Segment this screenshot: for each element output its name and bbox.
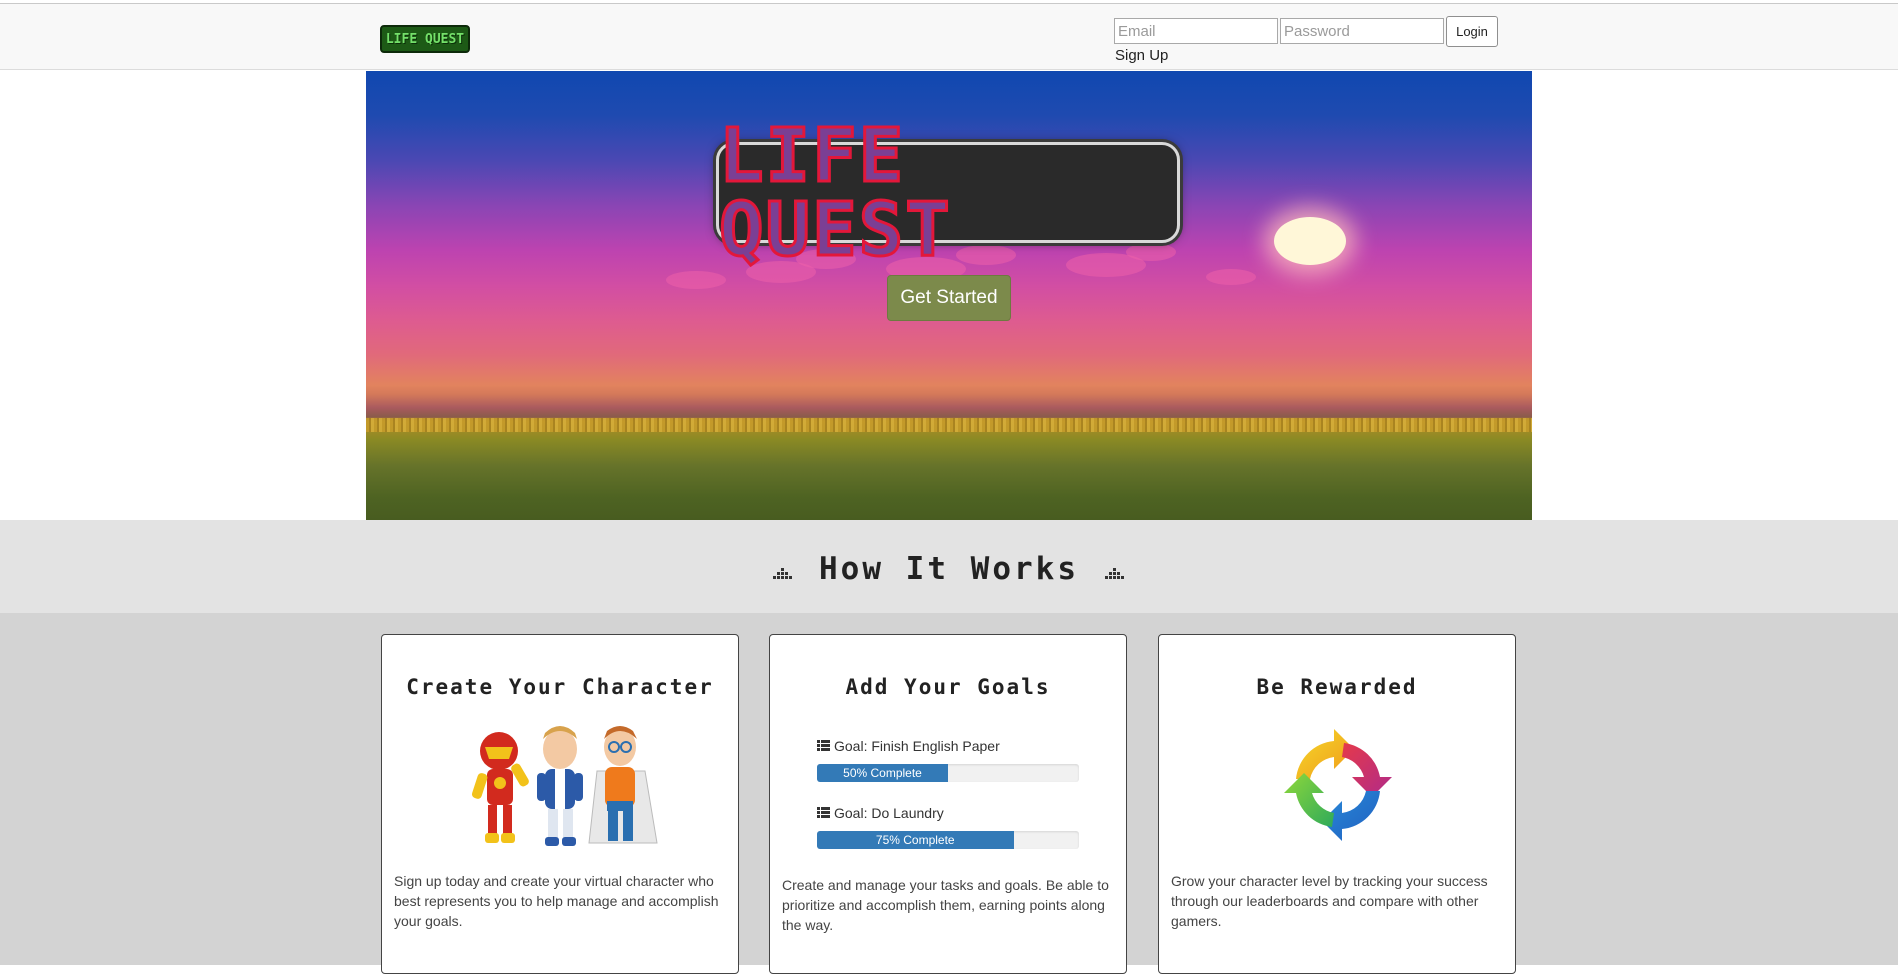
- goal-label: Goal: Finish English Paper: [817, 738, 1000, 754]
- tasks-icon: [817, 740, 830, 751]
- tasks-icon: [817, 807, 830, 818]
- progress-fill: 50% Complete: [817, 764, 948, 782]
- progress-bar: 75% Complete: [817, 831, 1079, 849]
- superheroes-illustration: [471, 726, 658, 846]
- sun-graphic: [1274, 217, 1346, 265]
- card-add-goals: Add Your Goals Goal: Finish English Pape…: [769, 634, 1127, 974]
- how-it-works-title: How It Works: [819, 551, 1079, 587]
- goal-text: Goal: Do Laundry: [834, 805, 944, 821]
- email-input[interactable]: [1114, 18, 1278, 44]
- grass-strip: [366, 418, 1532, 432]
- progress-fill: 75% Complete: [817, 831, 1014, 849]
- card-title: Add Your Goals: [845, 675, 1051, 699]
- login-button[interactable]: Login: [1446, 16, 1498, 47]
- hero-logo: LIFE QUEST: [716, 117, 1180, 268]
- progress-bar: 50% Complete: [817, 764, 1079, 782]
- card-description: Sign up today and create your virtual ch…: [394, 873, 719, 929]
- cloud: [1206, 269, 1256, 285]
- card-description: Create and manage your tasks and goals. …: [782, 877, 1109, 933]
- cloud: [666, 271, 726, 289]
- card-create-character: Create Your Character Sign up today and …: [381, 634, 739, 974]
- equalizer-icon: [1105, 568, 1124, 579]
- brand-logo[interactable]: LIFE QUEST: [380, 25, 470, 53]
- card-title: Create Your Character: [406, 675, 714, 699]
- refresh-arrows-icon: [1284, 729, 1392, 841]
- card-be-rewarded: Be Rewarded Grow your character level by…: [1158, 634, 1516, 974]
- card-description: Grow your character level by tracking yo…: [1171, 873, 1488, 929]
- goal-label: Goal: Do Laundry: [817, 805, 944, 821]
- get-started-button[interactable]: Get Started: [887, 275, 1011, 321]
- navbar: LIFE QUEST Login Sign Up: [0, 4, 1898, 70]
- brand-text: LIFE QUEST: [385, 31, 465, 47]
- goal-text: Goal: Finish English Paper: [834, 738, 1000, 754]
- signup-link[interactable]: Sign Up: [1115, 47, 1168, 64]
- card-title: Be Rewarded: [1256, 675, 1418, 699]
- password-input[interactable]: [1280, 18, 1444, 44]
- hero-banner: LIFE QUEST Get Started: [366, 71, 1532, 520]
- hero-logo-text: LIFE QUEST: [718, 112, 952, 273]
